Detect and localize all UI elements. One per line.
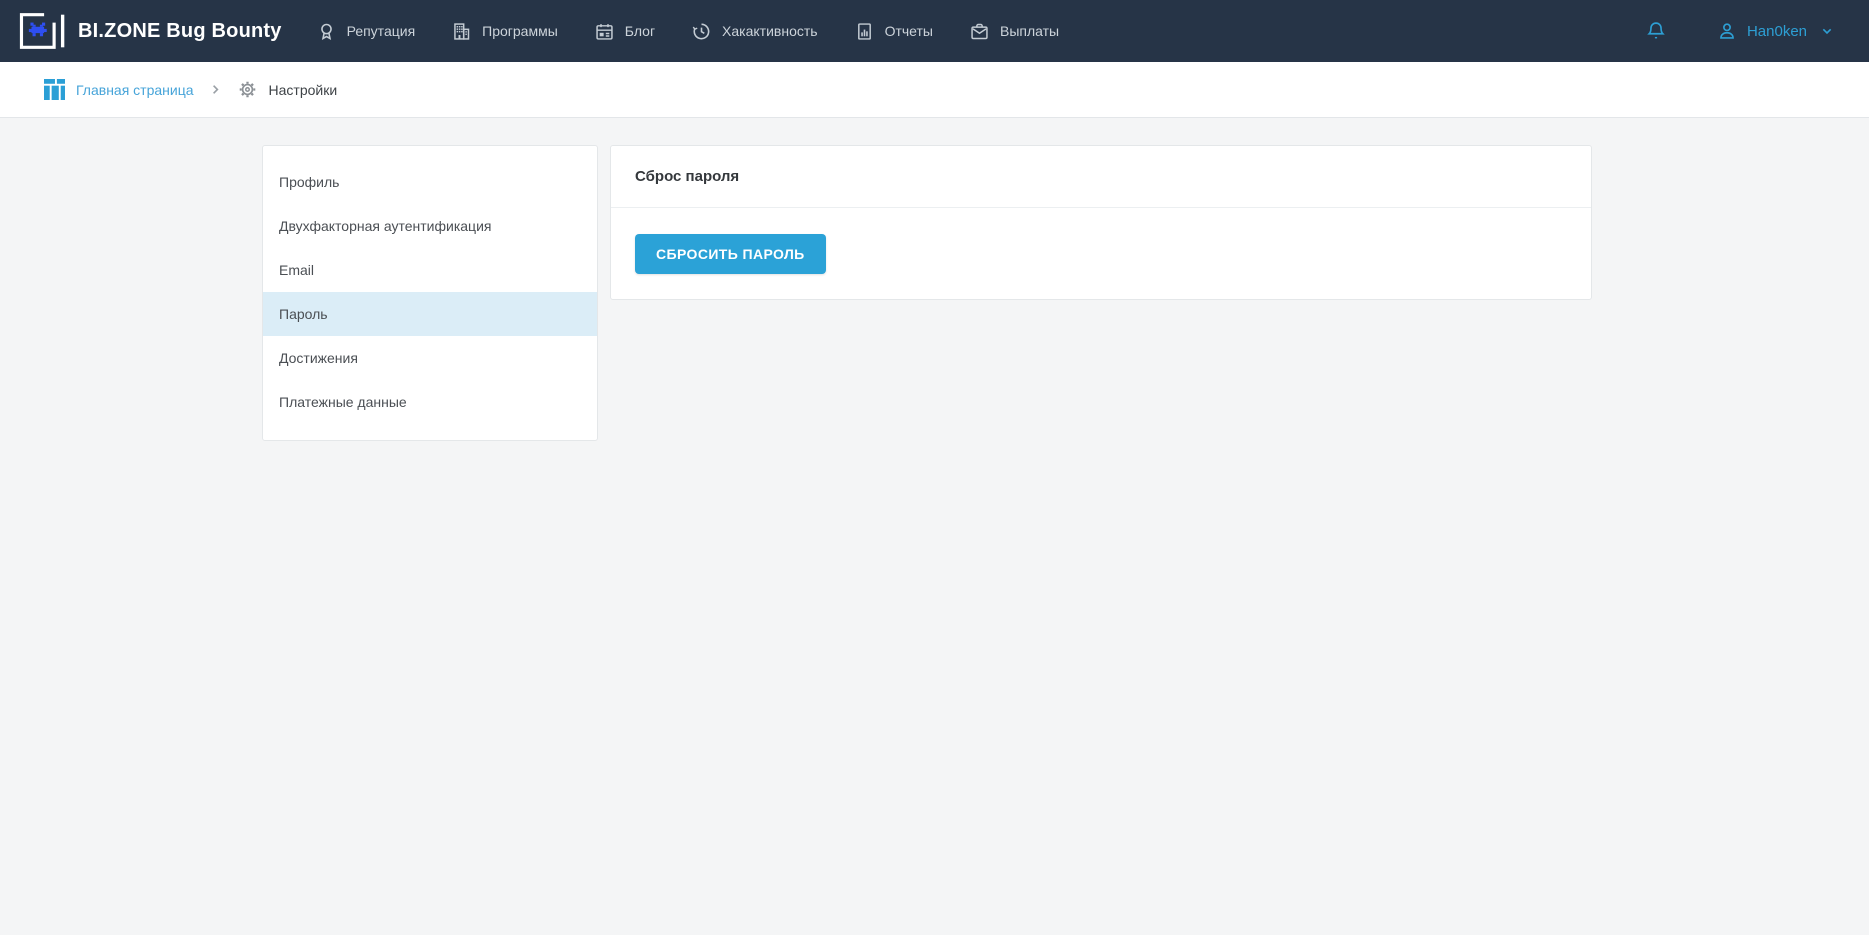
newspaper-icon — [594, 21, 615, 42]
user-menu[interactable]: Han0ken — [1716, 20, 1835, 42]
user-icon — [1716, 20, 1738, 42]
nav-item-label: Программы — [482, 23, 558, 39]
settings-menu-item-profile[interactable]: Профиль — [263, 160, 597, 204]
settings-menu-item-2fa[interactable]: Двухфакторная аутентификация — [263, 204, 597, 248]
notifications-button[interactable] — [1645, 19, 1667, 43]
history-icon — [691, 21, 712, 42]
breadcrumb-home-label: Главная страница — [76, 82, 194, 98]
nav-item-label: Отчеты — [885, 23, 933, 39]
medal-icon — [316, 21, 337, 42]
nav-item-label: Блог — [625, 23, 655, 39]
breadcrumb-current: Настройки — [237, 79, 338, 100]
chevron-right-icon — [209, 83, 222, 96]
breadcrumb: Главная страница Настройки — [0, 62, 1869, 118]
nav-item-reports[interactable]: Отчеты — [854, 21, 933, 42]
breadcrumb-current-label: Настройки — [269, 82, 338, 98]
settings-menu-item-email[interactable]: Email — [263, 248, 597, 292]
settings-menu-item-payment-data[interactable]: Платежные данные — [263, 380, 597, 424]
top-nav: BI.ZONE Bug Bounty Репутация — [0, 0, 1869, 62]
settings-menu-item-achievements[interactable]: Достижения — [263, 336, 597, 380]
panel-title: Сброс пароля — [635, 168, 739, 185]
bell-icon — [1645, 19, 1667, 43]
dashboard-icon — [44, 79, 65, 100]
reset-password-button[interactable]: СБРОСИТЬ ПАРОЛЬ — [635, 234, 826, 274]
building-icon — [451, 21, 472, 42]
nav-item-programs[interactable]: Программы — [451, 21, 558, 42]
nav-item-blog[interactable]: Блог — [594, 21, 655, 42]
panel-body: СБРОСИТЬ ПАРОЛЬ — [611, 208, 1591, 299]
password-reset-panel: Сброс пароля СБРОСИТЬ ПАРОЛЬ — [610, 145, 1592, 300]
main-nav: Репутация Программы — [316, 21, 1060, 42]
nav-right: Han0ken — [1645, 19, 1835, 43]
settings-menu: Профиль Двухфакторная аутентификация Ema… — [262, 145, 598, 441]
report-icon — [854, 21, 875, 42]
settings-menu-item-password[interactable]: Пароль — [263, 292, 597, 336]
nav-item-label: Хакактивность — [722, 23, 818, 39]
nav-item-payouts[interactable]: Выплаты — [969, 21, 1059, 42]
breadcrumb-home-link[interactable]: Главная страница — [44, 79, 194, 100]
brand-name: BI.ZONE Bug Bounty — [78, 20, 282, 43]
nav-item-reputation[interactable]: Репутация — [316, 21, 416, 42]
gear-icon — [237, 79, 258, 100]
bug-logo-icon — [17, 11, 67, 51]
nav-item-label: Репутация — [347, 23, 416, 39]
brand-logo[interactable]: BI.ZONE Bug Bounty — [17, 11, 282, 51]
panel-header: Сброс пароля — [611, 146, 1591, 208]
chevron-down-icon — [1819, 23, 1835, 39]
nav-item-label: Выплаты — [1000, 23, 1059, 39]
briefcase-icon — [969, 21, 990, 42]
user-name: Han0ken — [1747, 23, 1807, 40]
nav-item-hackactivity[interactable]: Хакактивность — [691, 21, 818, 42]
